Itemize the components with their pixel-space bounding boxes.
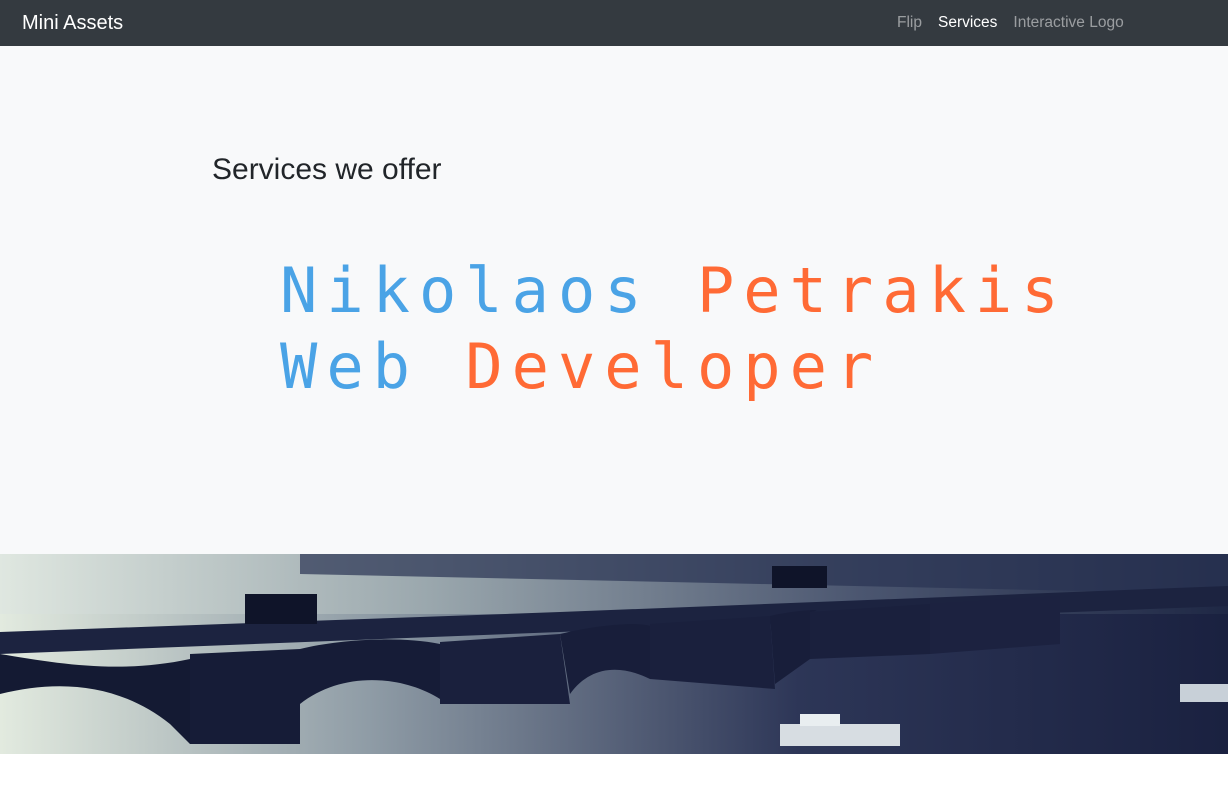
banner-line-1: Nikolaos Petrakis xyxy=(280,253,1068,329)
brand-link[interactable]: Mini Assets xyxy=(22,11,123,35)
top-navbar: Mini Assets Flip Services Interactive Lo… xyxy=(0,0,1228,46)
nav-links: Flip Services Interactive Logo xyxy=(897,13,1140,33)
nav-link-interactive-logo[interactable]: Interactive Logo xyxy=(1013,13,1123,33)
nav-link-flip[interactable]: Flip xyxy=(897,13,922,33)
banner-last-name: Petrakis xyxy=(696,254,1068,327)
hero-image xyxy=(0,554,1228,754)
nav-link-services[interactable]: Services xyxy=(938,13,997,33)
banner-first-name: Nikolaos xyxy=(280,254,651,327)
services-section: Services we offer Nikolaos Petrakis Web … xyxy=(0,46,1228,554)
banner-role-word2: Developer xyxy=(465,330,883,403)
banner-line-2: Web Developer xyxy=(280,329,1068,405)
bridge-photo-image xyxy=(0,554,1228,754)
name-banner: Nikolaos Petrakis Web Developer xyxy=(280,253,1068,405)
section-title: Services we offer xyxy=(212,153,442,186)
banner-role-word1: Web xyxy=(280,330,419,403)
